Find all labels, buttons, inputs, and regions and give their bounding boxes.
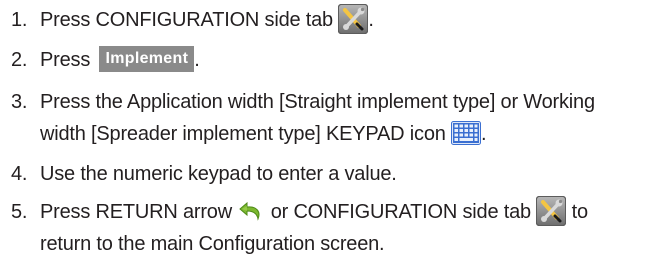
step-number: 5.: [11, 201, 28, 223]
step-text-line-1: Press RETURN arrow or CONFIGURATION side…: [40, 195, 588, 228]
step-text: Press Implement.: [40, 44, 200, 76]
step-number: 3.: [11, 91, 28, 113]
step-number: 2.: [11, 49, 28, 71]
return-arrow-icon: [237, 197, 265, 225]
step-number: 4.: [11, 163, 28, 185]
configuration-tab-icon: [536, 195, 567, 226]
configuration-tab-icon: [338, 3, 369, 34]
implement-button[interactable]: Implement: [99, 45, 195, 72]
step-text-line-2: width [Spreader implement type] KEYPAD i…: [40, 118, 487, 150]
step-text-line-1: Press the Application width [Straight im…: [40, 91, 595, 113]
step-text-line-2: return to the main Configuration screen.: [40, 233, 385, 255]
keypad-icon: [451, 120, 482, 145]
step-text: Use the numeric keypad to enter a value.: [40, 163, 397, 185]
step-number: 1.: [11, 9, 28, 31]
step-text: Press CONFIGURATION side tab .: [40, 3, 374, 36]
